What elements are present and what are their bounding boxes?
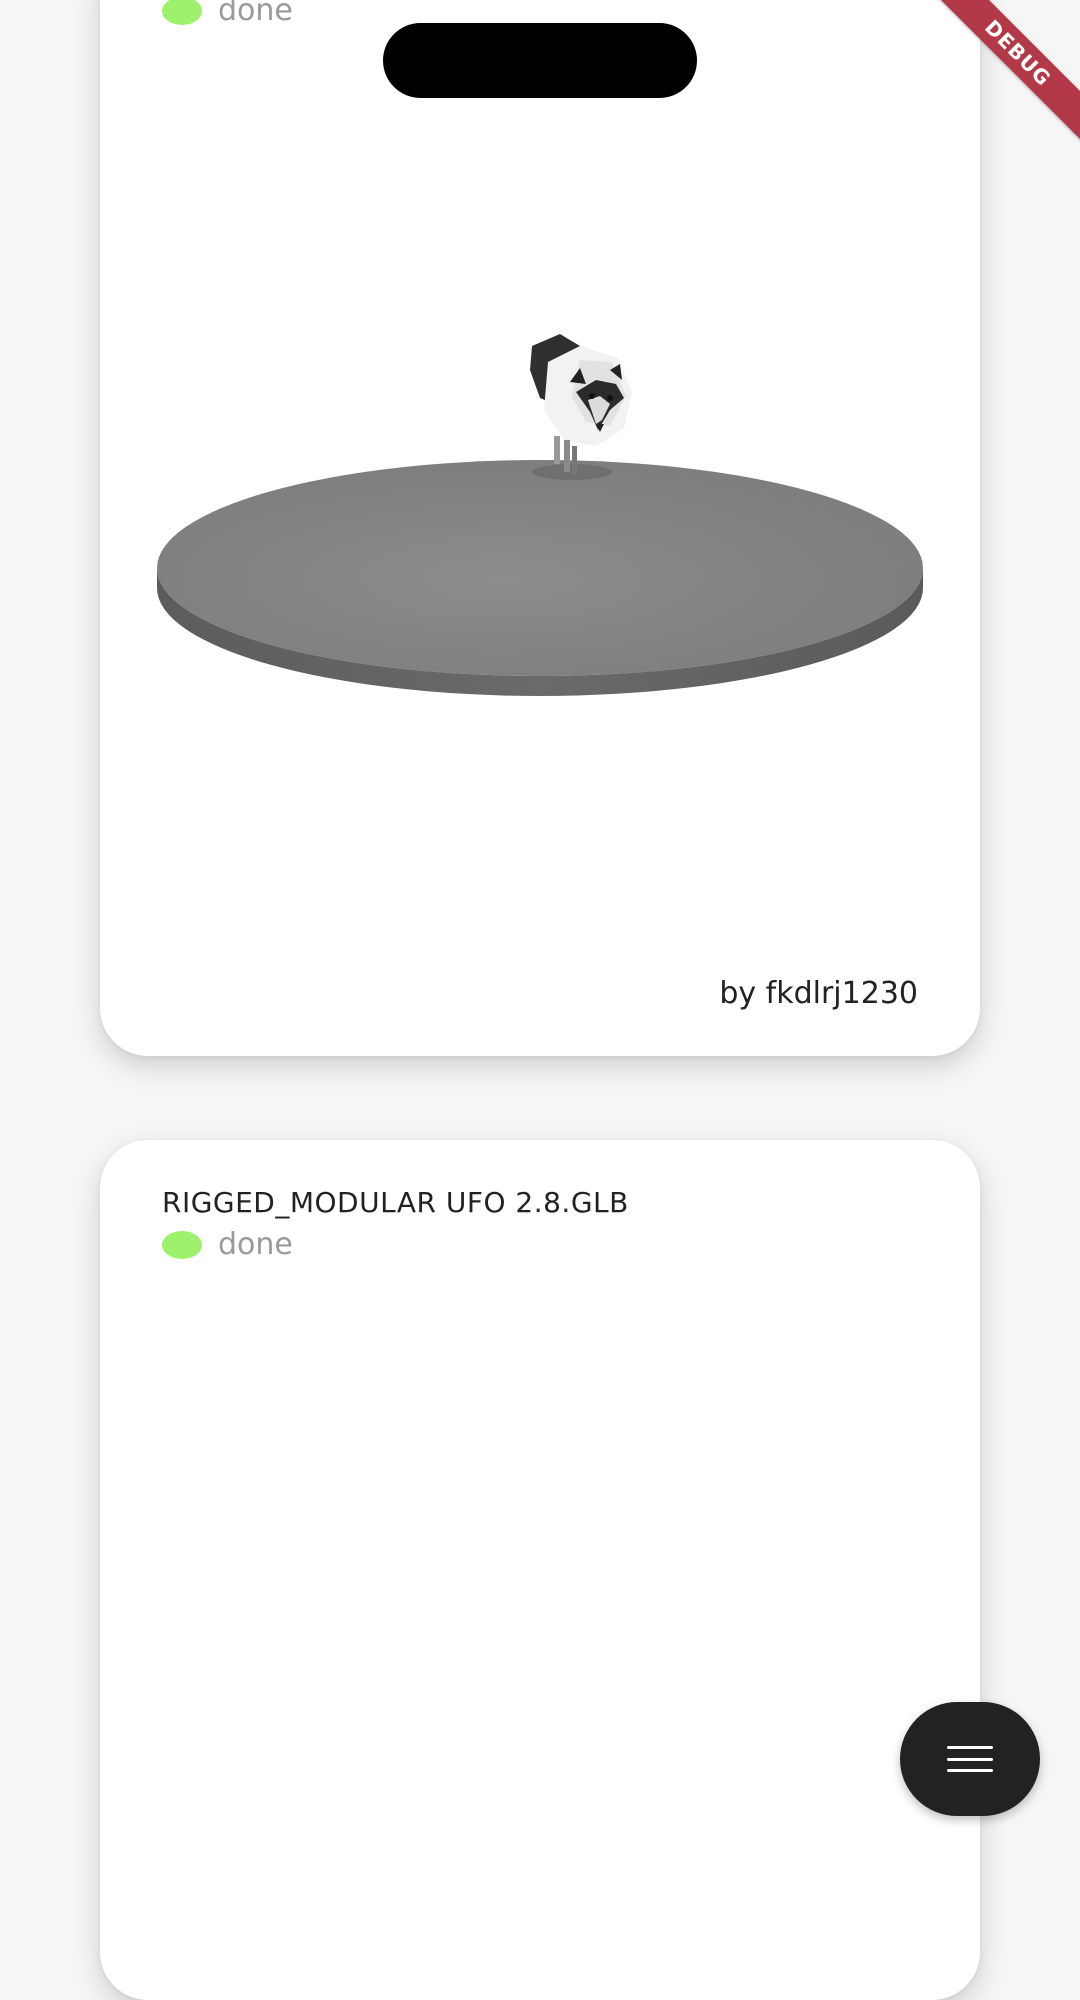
status-text: done <box>218 1227 293 1262</box>
author-label: by fkdlrj1230 <box>719 976 918 1011</box>
debug-band: DEBUG <box>930 0 1080 143</box>
model-card[interactable]: done by fkdlrj1230 <box>100 0 980 1056</box>
status-dot-icon <box>162 0 202 25</box>
debug-label: DEBUG <box>980 15 1056 91</box>
camera-cutout <box>383 23 697 98</box>
status-row: done <box>162 1230 293 1260</box>
menu-button[interactable] <box>900 1702 1040 1816</box>
debug-banner: DEBUG <box>930 0 1080 150</box>
menu-icon <box>947 1746 993 1772</box>
model-card[interactable]: RIGGED_MODULAR UFO 2.8.GLB done <box>100 1140 980 2000</box>
model-title: RIGGED_MODULAR UFO 2.8.GLB <box>162 1186 629 1219</box>
status-row: done <box>162 0 293 26</box>
status-dot-icon <box>162 1231 202 1259</box>
model-preview-image <box>157 334 923 696</box>
status-text: done <box>218 0 293 28</box>
model-viewer[interactable] <box>140 1500 940 1940</box>
model-viewer[interactable] <box>140 300 940 740</box>
